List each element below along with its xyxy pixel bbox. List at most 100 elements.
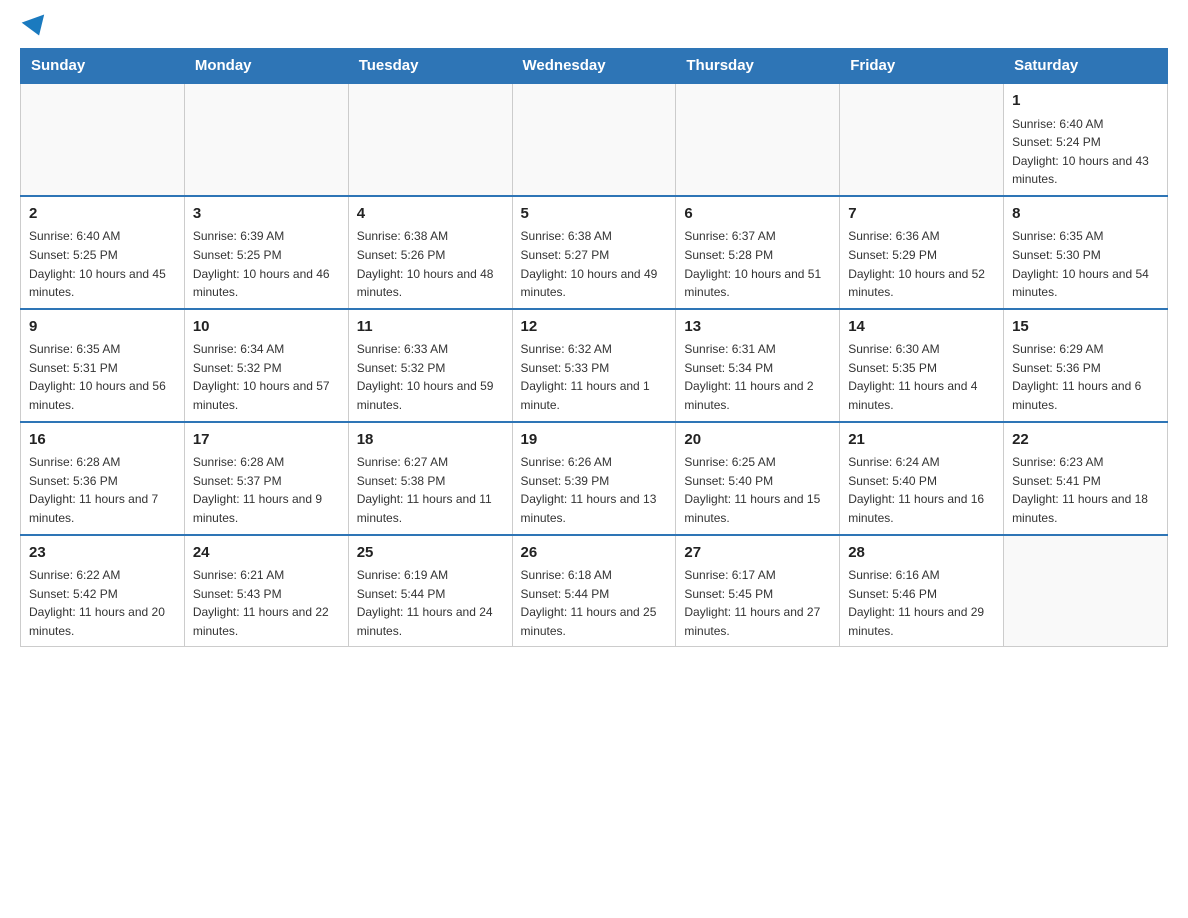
day-info: Sunrise: 6:40 AMSunset: 5:24 PMDaylight:… xyxy=(1012,115,1159,189)
day-info: Sunrise: 6:18 AMSunset: 5:44 PMDaylight:… xyxy=(521,566,668,640)
day-info: Sunrise: 6:19 AMSunset: 5:44 PMDaylight:… xyxy=(357,566,504,640)
calendar-day-cell: 3Sunrise: 6:39 AMSunset: 5:25 PMDaylight… xyxy=(184,196,348,309)
day-number: 9 xyxy=(29,316,176,339)
day-number: 10 xyxy=(193,316,340,339)
page-header xyxy=(20,20,1168,38)
day-info: Sunrise: 6:22 AMSunset: 5:42 PMDaylight:… xyxy=(29,566,176,640)
day-info: Sunrise: 6:25 AMSunset: 5:40 PMDaylight:… xyxy=(684,453,831,527)
day-number: 3 xyxy=(193,203,340,226)
calendar-day-cell xyxy=(676,83,840,196)
day-info: Sunrise: 6:39 AMSunset: 5:25 PMDaylight:… xyxy=(193,227,340,301)
day-info: Sunrise: 6:16 AMSunset: 5:46 PMDaylight:… xyxy=(848,566,995,640)
day-number: 28 xyxy=(848,542,995,565)
day-number: 11 xyxy=(357,316,504,339)
day-number: 23 xyxy=(29,542,176,565)
calendar-day-cell: 26Sunrise: 6:18 AMSunset: 5:44 PMDayligh… xyxy=(512,535,676,647)
calendar-day-cell: 22Sunrise: 6:23 AMSunset: 5:41 PMDayligh… xyxy=(1004,422,1168,535)
calendar-week-row: 16Sunrise: 6:28 AMSunset: 5:36 PMDayligh… xyxy=(21,422,1168,535)
day-info: Sunrise: 6:21 AMSunset: 5:43 PMDaylight:… xyxy=(193,566,340,640)
calendar-day-cell xyxy=(840,83,1004,196)
day-info: Sunrise: 6:38 AMSunset: 5:26 PMDaylight:… xyxy=(357,227,504,301)
calendar-day-cell: 12Sunrise: 6:32 AMSunset: 5:33 PMDayligh… xyxy=(512,309,676,422)
day-info: Sunrise: 6:28 AMSunset: 5:36 PMDaylight:… xyxy=(29,453,176,527)
calendar-day-cell: 1Sunrise: 6:40 AMSunset: 5:24 PMDaylight… xyxy=(1004,83,1168,196)
calendar-table: SundayMondayTuesdayWednesdayThursdayFrid… xyxy=(20,48,1168,647)
calendar-day-header: Monday xyxy=(184,49,348,84)
day-number: 7 xyxy=(848,203,995,226)
calendar-day-cell: 17Sunrise: 6:28 AMSunset: 5:37 PMDayligh… xyxy=(184,422,348,535)
day-number: 4 xyxy=(357,203,504,226)
calendar-day-cell: 6Sunrise: 6:37 AMSunset: 5:28 PMDaylight… xyxy=(676,196,840,309)
day-number: 12 xyxy=(521,316,668,339)
day-info: Sunrise: 6:36 AMSunset: 5:29 PMDaylight:… xyxy=(848,227,995,301)
logo xyxy=(20,20,48,38)
calendar-day-cell xyxy=(512,83,676,196)
calendar-day-cell: 16Sunrise: 6:28 AMSunset: 5:36 PMDayligh… xyxy=(21,422,185,535)
day-number: 8 xyxy=(1012,203,1159,226)
day-info: Sunrise: 6:26 AMSunset: 5:39 PMDaylight:… xyxy=(521,453,668,527)
calendar-day-cell: 21Sunrise: 6:24 AMSunset: 5:40 PMDayligh… xyxy=(840,422,1004,535)
calendar-day-cell: 11Sunrise: 6:33 AMSunset: 5:32 PMDayligh… xyxy=(348,309,512,422)
calendar-day-cell: 28Sunrise: 6:16 AMSunset: 5:46 PMDayligh… xyxy=(840,535,1004,647)
calendar-day-cell: 13Sunrise: 6:31 AMSunset: 5:34 PMDayligh… xyxy=(676,309,840,422)
calendar-header-row: SundayMondayTuesdayWednesdayThursdayFrid… xyxy=(21,49,1168,84)
day-info: Sunrise: 6:35 AMSunset: 5:30 PMDaylight:… xyxy=(1012,227,1159,301)
day-number: 1 xyxy=(1012,90,1159,113)
calendar-day-cell: 25Sunrise: 6:19 AMSunset: 5:44 PMDayligh… xyxy=(348,535,512,647)
day-number: 16 xyxy=(29,429,176,452)
calendar-day-header: Saturday xyxy=(1004,49,1168,84)
calendar-day-cell: 10Sunrise: 6:34 AMSunset: 5:32 PMDayligh… xyxy=(184,309,348,422)
calendar-day-cell: 4Sunrise: 6:38 AMSunset: 5:26 PMDaylight… xyxy=(348,196,512,309)
day-number: 21 xyxy=(848,429,995,452)
day-info: Sunrise: 6:24 AMSunset: 5:40 PMDaylight:… xyxy=(848,453,995,527)
day-number: 25 xyxy=(357,542,504,565)
calendar-day-cell xyxy=(1004,535,1168,647)
day-number: 26 xyxy=(521,542,668,565)
calendar-week-row: 23Sunrise: 6:22 AMSunset: 5:42 PMDayligh… xyxy=(21,535,1168,647)
calendar-day-cell: 24Sunrise: 6:21 AMSunset: 5:43 PMDayligh… xyxy=(184,535,348,647)
day-number: 24 xyxy=(193,542,340,565)
calendar-day-cell: 8Sunrise: 6:35 AMSunset: 5:30 PMDaylight… xyxy=(1004,196,1168,309)
day-info: Sunrise: 6:32 AMSunset: 5:33 PMDaylight:… xyxy=(521,340,668,414)
calendar-day-cell: 7Sunrise: 6:36 AMSunset: 5:29 PMDaylight… xyxy=(840,196,1004,309)
calendar-day-cell: 23Sunrise: 6:22 AMSunset: 5:42 PMDayligh… xyxy=(21,535,185,647)
calendar-day-cell xyxy=(21,83,185,196)
day-number: 6 xyxy=(684,203,831,226)
day-info: Sunrise: 6:17 AMSunset: 5:45 PMDaylight:… xyxy=(684,566,831,640)
calendar-day-cell: 27Sunrise: 6:17 AMSunset: 5:45 PMDayligh… xyxy=(676,535,840,647)
calendar-day-cell: 18Sunrise: 6:27 AMSunset: 5:38 PMDayligh… xyxy=(348,422,512,535)
calendar-day-header: Friday xyxy=(840,49,1004,84)
calendar-day-cell: 2Sunrise: 6:40 AMSunset: 5:25 PMDaylight… xyxy=(21,196,185,309)
logo-blue-text xyxy=(20,20,48,38)
calendar-day-cell: 9Sunrise: 6:35 AMSunset: 5:31 PMDaylight… xyxy=(21,309,185,422)
day-info: Sunrise: 6:23 AMSunset: 5:41 PMDaylight:… xyxy=(1012,453,1159,527)
day-number: 14 xyxy=(848,316,995,339)
calendar-week-row: 2Sunrise: 6:40 AMSunset: 5:25 PMDaylight… xyxy=(21,196,1168,309)
calendar-day-header: Thursday xyxy=(676,49,840,84)
day-number: 13 xyxy=(684,316,831,339)
day-number: 27 xyxy=(684,542,831,565)
calendar-day-header: Wednesday xyxy=(512,49,676,84)
day-info: Sunrise: 6:27 AMSunset: 5:38 PMDaylight:… xyxy=(357,453,504,527)
calendar-week-row: 9Sunrise: 6:35 AMSunset: 5:31 PMDaylight… xyxy=(21,309,1168,422)
calendar-day-cell: 5Sunrise: 6:38 AMSunset: 5:27 PMDaylight… xyxy=(512,196,676,309)
day-info: Sunrise: 6:31 AMSunset: 5:34 PMDaylight:… xyxy=(684,340,831,414)
day-number: 2 xyxy=(29,203,176,226)
day-number: 18 xyxy=(357,429,504,452)
calendar-week-row: 1Sunrise: 6:40 AMSunset: 5:24 PMDaylight… xyxy=(21,83,1168,196)
day-info: Sunrise: 6:29 AMSunset: 5:36 PMDaylight:… xyxy=(1012,340,1159,414)
calendar-day-header: Tuesday xyxy=(348,49,512,84)
calendar-day-header: Sunday xyxy=(21,49,185,84)
day-info: Sunrise: 6:37 AMSunset: 5:28 PMDaylight:… xyxy=(684,227,831,301)
calendar-day-cell xyxy=(184,83,348,196)
day-number: 15 xyxy=(1012,316,1159,339)
day-info: Sunrise: 6:40 AMSunset: 5:25 PMDaylight:… xyxy=(29,227,176,301)
day-number: 22 xyxy=(1012,429,1159,452)
calendar-day-cell: 15Sunrise: 6:29 AMSunset: 5:36 PMDayligh… xyxy=(1004,309,1168,422)
calendar-day-cell: 20Sunrise: 6:25 AMSunset: 5:40 PMDayligh… xyxy=(676,422,840,535)
calendar-day-cell: 14Sunrise: 6:30 AMSunset: 5:35 PMDayligh… xyxy=(840,309,1004,422)
day-info: Sunrise: 6:33 AMSunset: 5:32 PMDaylight:… xyxy=(357,340,504,414)
day-number: 17 xyxy=(193,429,340,452)
day-info: Sunrise: 6:38 AMSunset: 5:27 PMDaylight:… xyxy=(521,227,668,301)
day-number: 5 xyxy=(521,203,668,226)
